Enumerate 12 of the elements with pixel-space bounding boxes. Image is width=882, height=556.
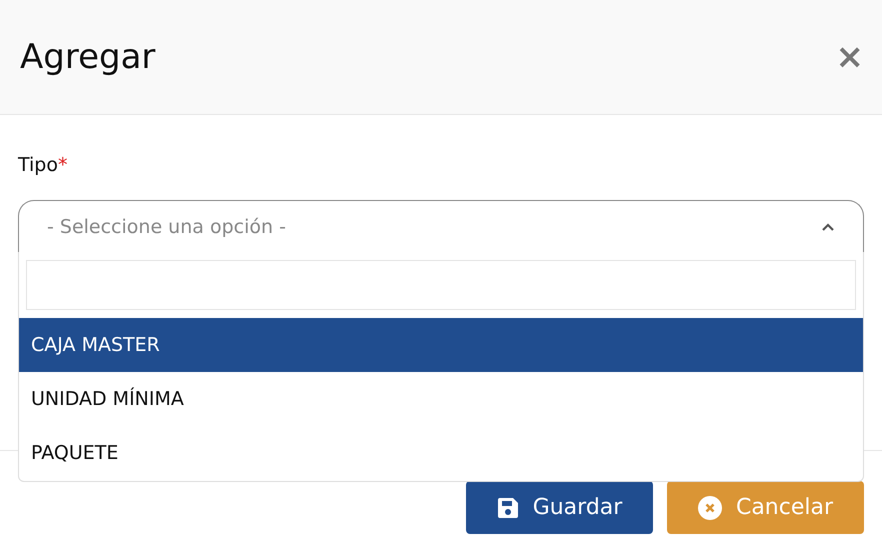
save-button[interactable]: Guardar — [466, 481, 653, 534]
close-button[interactable]: × — [836, 40, 864, 74]
placeholder-text: - Seleccione una opción - — [47, 215, 286, 240]
field-label: Tipo — [18, 154, 58, 176]
search-field[interactable] — [26, 260, 856, 310]
dialog-title: Agregar — [20, 36, 156, 78]
dropdown-option[interactable]: CAJA MASTER — [19, 318, 863, 372]
required-mark: * — [58, 154, 68, 176]
dropdown-option[interactable]: PAQUETE — [19, 426, 863, 480]
save-icon — [496, 496, 519, 518]
cancel-icon — [698, 496, 722, 520]
dropdown-option[interactable]: UNIDAD MÍNIMA — [19, 372, 863, 426]
